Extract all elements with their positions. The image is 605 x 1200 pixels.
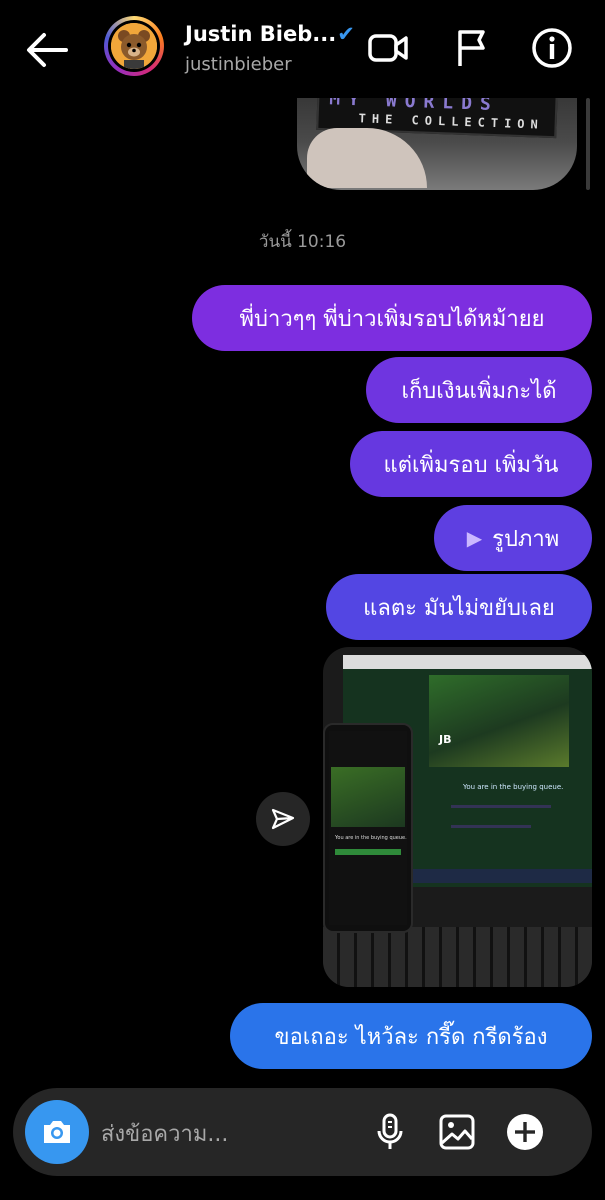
back-arrow-icon[interactable] <box>22 28 72 72</box>
microphone-icon <box>377 1113 403 1149</box>
message-text: เก็บเงินเพิ่มกะได้ <box>401 378 557 404</box>
flag-icon[interactable] <box>450 26 494 70</box>
shared-photo[interactable]: JB You are in the buying queue. You are … <box>323 647 592 987</box>
concert-banner <box>429 675 569 767</box>
phone-banner <box>331 767 405 827</box>
bear-avatar-icon <box>111 23 157 69</box>
camera-button[interactable] <box>25 1100 89 1164</box>
phone-button <box>335 849 401 855</box>
share-button[interactable] <box>256 792 310 846</box>
contact-name-text: Justin Bieb... <box>185 22 337 46</box>
play-icon: ▶ <box>466 526 483 550</box>
plus-icon <box>507 1114 543 1150</box>
gallery-button[interactable] <box>435 1110 479 1154</box>
shared-photo-album[interactable]: MY WORLDS THE COLLECTION <box>297 98 577 190</box>
scrollbar[interactable] <box>586 98 590 190</box>
message-timestamp: วันนี้ 10:16 <box>258 232 347 252</box>
message-text: รูปภาพ <box>492 526 560 552</box>
microphone-button[interactable] <box>368 1110 412 1154</box>
message-composer: ส่งข้อความ... <box>13 1088 592 1176</box>
hand-image <box>307 128 427 188</box>
photo-message-bubble[interactable]: ▶ รูปภาพ <box>434 505 592 571</box>
keyboard <box>323 927 592 987</box>
message-text: ขอเถอะ ไหว้ละ กรี๊ด กรีดร้อง <box>274 1024 548 1050</box>
message-bubble[interactable]: เก็บเงินเพิ่มกะได้ <box>366 357 592 423</box>
contact-username: justinbieber <box>185 54 292 75</box>
more-button[interactable] <box>503 1110 547 1154</box>
contact-name[interactable]: Justin Bieb...✔ <box>185 22 355 46</box>
message-thread[interactable]: MY WORLDS THE COLLECTION วันนี้ 10:16 พี… <box>0 98 605 1080</box>
browser-bar <box>343 655 592 669</box>
album-subtitle: THE COLLECTION <box>358 111 544 132</box>
video-call-icon[interactable] <box>366 26 410 70</box>
message-text: พี่บ่าวๆๆ พี่บ่าวเพิ่มรอบได้หม้ายย <box>239 306 545 332</box>
chat-header: Justin Bieb...✔ justinbieber <box>0 0 605 98</box>
verified-badge-icon: ✔ <box>337 22 355 46</box>
divider <box>451 805 551 808</box>
info-icon[interactable] <box>530 26 574 70</box>
avatar[interactable] <box>104 16 164 76</box>
gallery-icon <box>439 1114 475 1150</box>
phone-in-photo: You are in the buying queue. <box>323 723 413 933</box>
banner-title: JB <box>439 733 452 746</box>
phone-queue-text: You are in the buying queue. <box>335 835 407 841</box>
camera-icon <box>44 1121 70 1143</box>
send-icon <box>271 808 295 830</box>
queue-text: You are in the buying queue. <box>463 783 564 791</box>
message-text: แลตะ มันไม่ขยับเลย <box>363 595 555 621</box>
message-input[interactable]: ส่งข้อความ... <box>101 1116 228 1151</box>
message-bubble[interactable]: พี่บ่าวๆๆ พี่บ่าวเพิ่มรอบได้หม้ายย <box>192 285 592 351</box>
message-text: แต่เพิ่มรอบ เพิ่มวัน <box>383 452 559 478</box>
message-bubble[interactable]: แลตะ มันไม่ขยับเลย <box>326 574 592 640</box>
divider <box>451 825 531 828</box>
message-bubble[interactable]: ขอเถอะ ไหว้ละ กรี๊ด กรีดร้อง <box>230 1003 592 1069</box>
message-bubble[interactable]: แต่เพิ่มรอบ เพิ่มวัน <box>350 431 592 497</box>
